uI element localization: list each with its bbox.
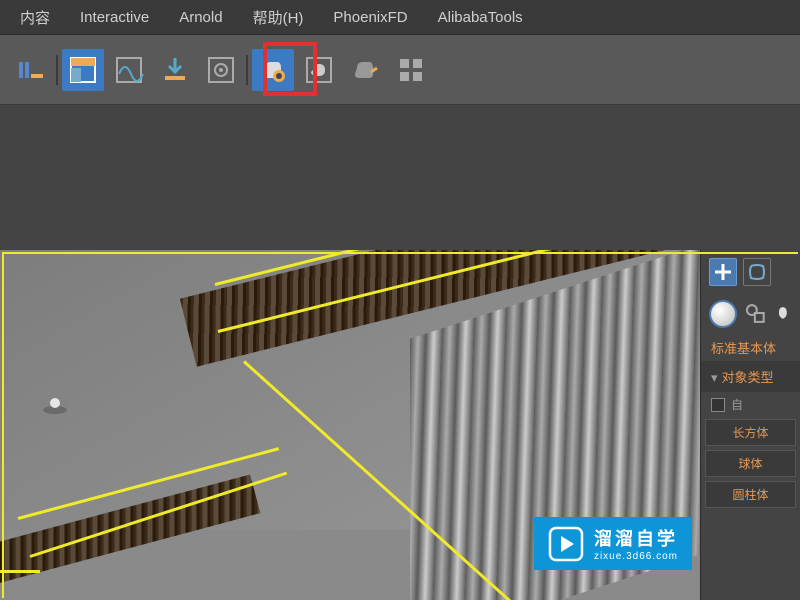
tool-workspace-icon[interactable] xyxy=(10,49,52,91)
menu-phoenixfd[interactable]: PhoenixFD xyxy=(333,9,407,26)
watermark: 溜溜自学 zixue.3d66.com xyxy=(534,517,692,570)
tool-grid-icon[interactable] xyxy=(390,49,432,91)
toolbar xyxy=(0,35,800,105)
tool-render-setup-icon[interactable] xyxy=(252,49,294,91)
tool-curve-editor-icon[interactable] xyxy=(108,49,150,91)
menu-alibabatools[interactable]: AlibabaTools xyxy=(438,9,523,26)
tool-layout-icon[interactable] xyxy=(62,49,104,91)
menu-arnold[interactable]: Arnold xyxy=(179,9,222,26)
tool-teapot-render-icon[interactable] xyxy=(344,49,386,91)
watermark-url: zixue.3d66.com xyxy=(594,551,678,562)
menu-content[interactable]: 内容 xyxy=(20,7,50,28)
menu-interactive[interactable]: Interactive xyxy=(80,9,149,26)
menu-help[interactable]: 帮助(H) xyxy=(253,7,304,28)
tool-render-frame-icon[interactable] xyxy=(298,49,340,91)
watermark-title: 溜溜自学 xyxy=(594,525,678,551)
tool-settings-icon[interactable] xyxy=(200,49,242,91)
tool-download-icon[interactable] xyxy=(154,49,196,91)
watermark-logo-icon xyxy=(548,526,584,562)
ribbon-area xyxy=(0,105,800,250)
menu-bar: 内容 Interactive Arnold 帮助(H) PhoenixFD Al… xyxy=(0,0,800,35)
